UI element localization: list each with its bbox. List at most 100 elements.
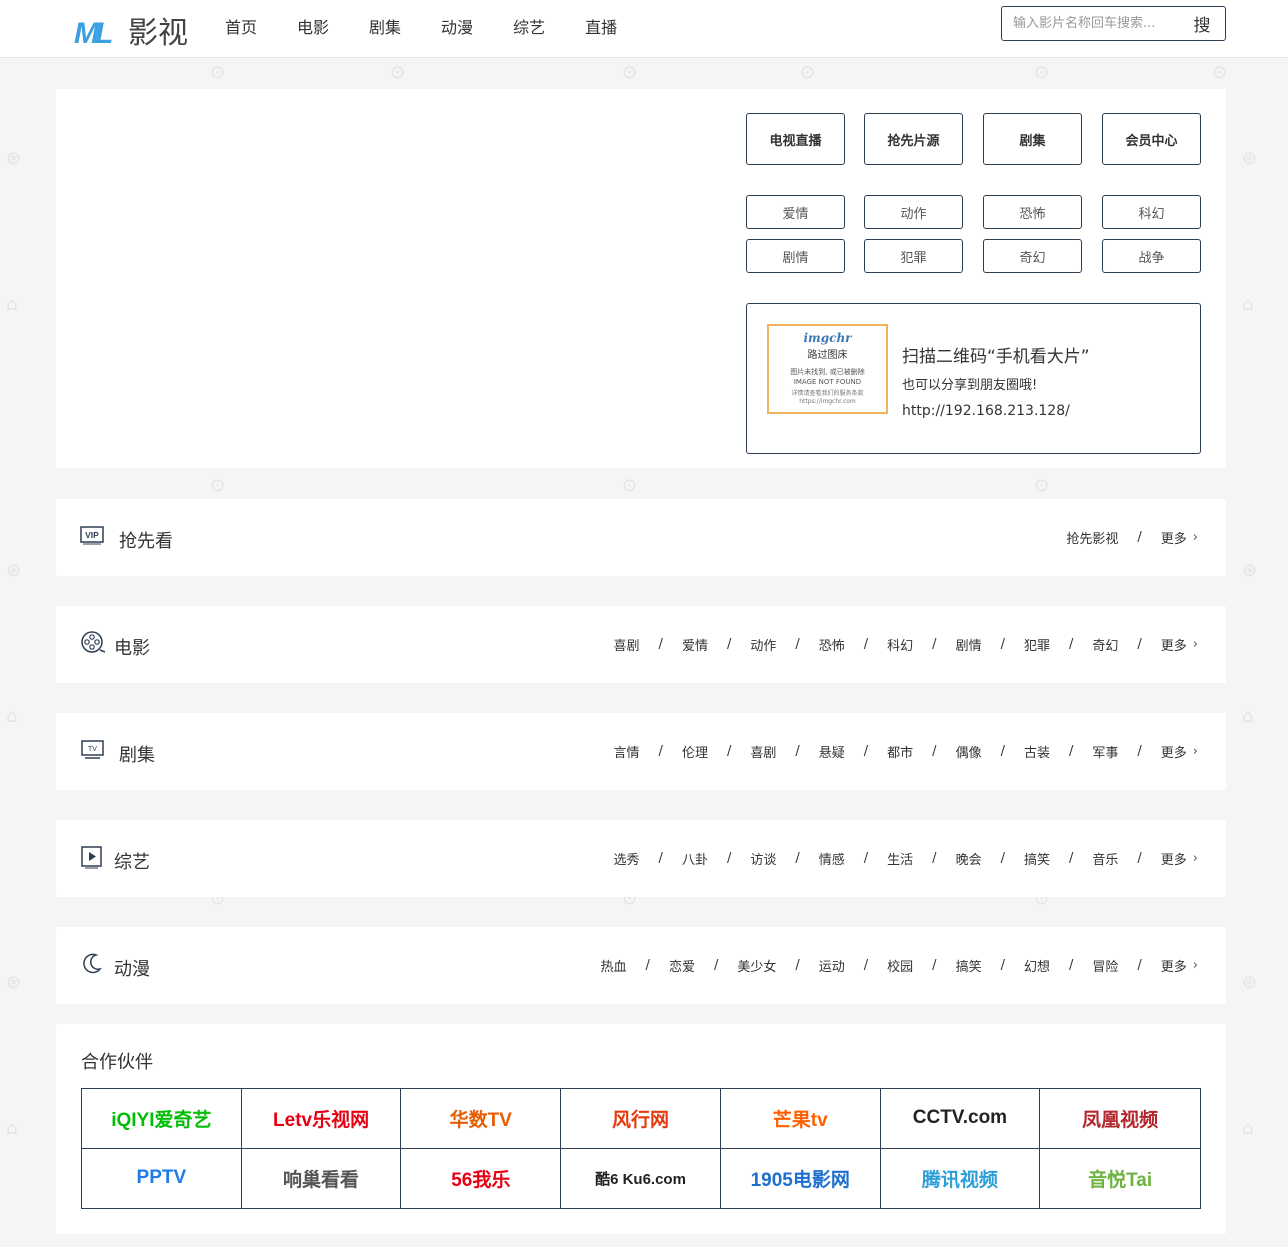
- section-link[interactable]: 生活: [887, 849, 913, 868]
- section-link[interactable]: 运动: [819, 956, 845, 975]
- watermark-icon: ⊙: [210, 62, 226, 83]
- section-link[interactable]: 美少女: [737, 956, 776, 975]
- more-link[interactable]: 更多: [1161, 742, 1187, 761]
- section-link[interactable]: 都市: [887, 742, 913, 761]
- partner-logo[interactable]: 腾讯视频: [881, 1148, 1041, 1208]
- nav-item-live[interactable]: 直播: [565, 0, 637, 58]
- genre-button-scifi[interactable]: 科幻: [1102, 195, 1201, 229]
- section-link[interactable]: 搞笑: [956, 956, 982, 975]
- tv-live-button[interactable]: 电视直播: [746, 113, 845, 165]
- search-input[interactable]: [1002, 8, 1182, 39]
- partner-logo[interactable]: 56我乐: [401, 1148, 562, 1208]
- watermark-icon: ⌂: [1242, 706, 1254, 727]
- watermark-icon: ⊙: [1034, 62, 1050, 83]
- watermark-icon: ⊙: [390, 62, 406, 83]
- partner-logo[interactable]: CCTV.com: [880, 1089, 1041, 1149]
- section-movies: 电影 喜剧 / 爱情 / 动作 / 恐怖 / 科幻 / 剧情 / 犯罪 / 奇幻 / 更多 ›: [56, 606, 1226, 683]
- section-links: 选秀 / 八卦 / 访谈 / 情感 / 生活 / 晚会 / 搞笑 / 音乐 / 更多 ›: [613, 849, 1198, 868]
- qr-title: 扫描二维码“手机看大片”: [902, 347, 1090, 367]
- section-link[interactable]: 喜剧: [750, 742, 776, 761]
- chevron-right-icon: ›: [1192, 637, 1198, 652]
- partner-logo[interactable]: 音悦Tai: [1040, 1149, 1200, 1209]
- partner-logo[interactable]: 芒果tv: [720, 1089, 881, 1149]
- section-link[interactable]: 热血: [601, 956, 627, 975]
- section-link[interactable]: 伦理: [682, 742, 708, 761]
- genre-button-horror[interactable]: 恐怖: [983, 195, 1082, 229]
- section-link[interactable]: 科幻: [887, 635, 913, 654]
- watermark-icon: ⊙: [800, 62, 816, 83]
- section-link[interactable]: 犯罪: [1024, 635, 1050, 654]
- section-variety: 综艺 选秀 / 八卦 / 访谈 / 情感 / 生活 / 晚会 / 搞笑 / 音乐 / 更多 ›: [56, 820, 1226, 897]
- more-link[interactable]: 更多: [1161, 635, 1187, 654]
- nav-item-home[interactable]: 首页: [205, 0, 277, 58]
- section-link[interactable]: 冒险: [1092, 956, 1118, 975]
- section-anime: 动漫 热血 / 恋爱 / 美少女 / 运动 / 校园 / 搞笑 / 幻想 / 冒险 / 更多 ›: [56, 927, 1226, 1004]
- watermark-icon: ⊛: [1242, 560, 1258, 581]
- partner-logo[interactable]: 酷6 Ku6.com: [561, 1148, 721, 1208]
- section-link[interactable]: 军事: [1092, 742, 1118, 761]
- early-source-button[interactable]: 抢先片源: [864, 113, 963, 165]
- section-link[interactable]: 言情: [614, 742, 640, 761]
- section-link[interactable]: 八卦: [682, 849, 708, 868]
- section-link[interactable]: 恐怖: [819, 635, 845, 654]
- section-link[interactable]: 爱情: [682, 635, 708, 654]
- section-link[interactable]: 恋爱: [669, 956, 695, 975]
- partner-logo-grid: iQIYI爱奇艺 Letv乐视网 华数TV 风行网 芒果tv CCTV.com 凤凰视频 PP…: [81, 1088, 1201, 1209]
- section-link[interactable]: 抢先影视: [1066, 528, 1118, 547]
- more-link[interactable]: 更多: [1161, 528, 1187, 547]
- section-link[interactable]: 偶像: [956, 742, 982, 761]
- section-title: 剧集: [119, 745, 155, 766]
- nav-item-series[interactable]: 剧集: [349, 0, 421, 58]
- more-link[interactable]: 更多: [1161, 849, 1187, 868]
- section-link[interactable]: 奇幻: [1092, 635, 1118, 654]
- search-box: 搜: [1001, 6, 1226, 41]
- partner-logo[interactable]: 凤凰视频: [1040, 1089, 1200, 1149]
- qr-url[interactable]: http://192.168.213.128/: [902, 403, 1070, 419]
- section-link[interactable]: 音乐: [1092, 849, 1118, 868]
- search-button[interactable]: 搜: [1182, 11, 1222, 36]
- partners-panel: 合作伙伴 iQIYI爱奇艺 Letv乐视网 华数TV 风行网 芒果tv CCTV.com 凤…: [56, 1024, 1226, 1234]
- partner-logo[interactable]: Letv乐视网: [241, 1089, 402, 1149]
- section-link[interactable]: 古装: [1024, 742, 1050, 761]
- section-link[interactable]: 校园: [887, 956, 913, 975]
- section-link[interactable]: 搞笑: [1024, 849, 1050, 868]
- section-link[interactable]: 选秀: [614, 849, 640, 868]
- series-button[interactable]: 剧集: [983, 113, 1082, 165]
- partner-logo[interactable]: 1905电影网: [721, 1148, 881, 1208]
- main-nav: 首页 电影 剧集 动漫 综艺 直播: [205, 0, 637, 58]
- partner-logo[interactable]: PPTV: [82, 1148, 242, 1208]
- genre-button-drama[interactable]: 剧情: [746, 239, 845, 273]
- more-link[interactable]: 更多: [1161, 956, 1187, 975]
- genre-button-romance[interactable]: 爱情: [746, 195, 845, 229]
- section-series: TV 剧集 言情 / 伦理 / 喜剧 / 悬疑 / 都市 / 偶像 / 古装 / 军事 / 更多…: [56, 713, 1226, 790]
- play-box-icon: [81, 846, 102, 869]
- genre-button-war[interactable]: 战争: [1102, 239, 1201, 273]
- section-link[interactable]: 剧情: [956, 635, 982, 654]
- site-logo[interactable]: ML 影视: [72, 10, 188, 51]
- section-link[interactable]: 幻想: [1024, 956, 1050, 975]
- section-link[interactable]: 动作: [750, 635, 776, 654]
- section-link[interactable]: 喜剧: [614, 635, 640, 654]
- partner-logo[interactable]: 响巢看看: [242, 1148, 402, 1208]
- section-link[interactable]: 情感: [819, 849, 845, 868]
- section-link[interactable]: 晚会: [956, 849, 982, 868]
- section-link[interactable]: 访谈: [750, 849, 776, 868]
- partners-title: 合作伙伴: [81, 1052, 153, 1073]
- qr-subtitle: 也可以分享到朋友圈哦!: [902, 378, 1038, 393]
- genre-button-action[interactable]: 动作: [864, 195, 963, 229]
- member-center-button[interactable]: 会员中心: [1102, 113, 1201, 165]
- partner-logo[interactable]: 华数TV: [401, 1089, 562, 1149]
- nav-item-movies[interactable]: 电影: [277, 0, 349, 58]
- svg-text:TV: TV: [88, 746, 97, 753]
- watermark-icon: ⊛: [6, 560, 22, 581]
- nav-item-anime[interactable]: 动漫: [421, 0, 493, 58]
- genre-button-fantasy[interactable]: 奇幻: [983, 239, 1082, 273]
- partner-logo[interactable]: 风行网: [561, 1089, 721, 1149]
- nav-item-variety[interactable]: 综艺: [493, 0, 565, 58]
- genre-button-crime[interactable]: 犯罪: [864, 239, 963, 273]
- vip-icon: VIP: [80, 526, 104, 545]
- partner-logo[interactable]: iQIYI爱奇艺: [82, 1089, 242, 1149]
- watermark-icon: ⊙: [622, 475, 638, 496]
- watermark-icon: ⊙: [210, 475, 226, 496]
- section-link[interactable]: 悬疑: [819, 742, 845, 761]
